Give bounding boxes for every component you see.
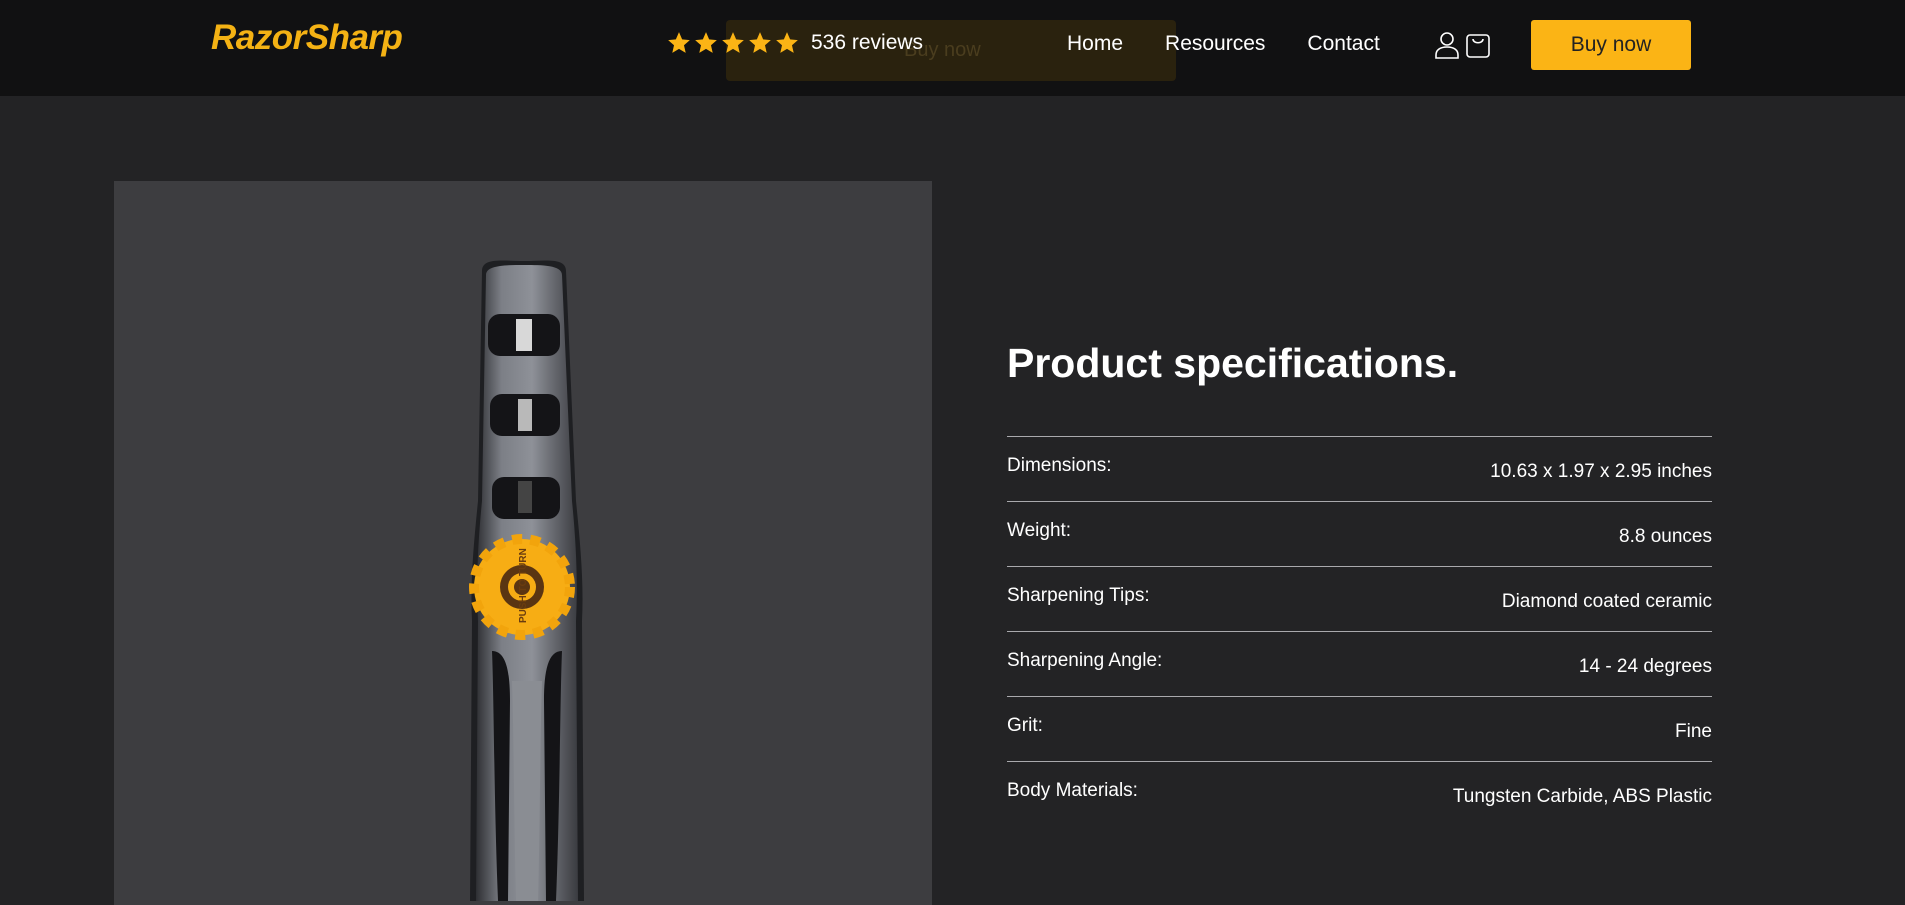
site-header: RazorSharp Buy now 536 reviews Home Reso… <box>0 0 1905 96</box>
brand-logo[interactable]: RazorSharp <box>211 18 403 58</box>
spec-label: Body Materials: <box>1007 780 1138 801</box>
nav-home[interactable]: Home <box>1067 32 1123 56</box>
spec-row-grit: Grit: Fine <box>1007 696 1712 761</box>
spec-value: 10.63 x 1.97 x 2.95 inches <box>1490 461 1712 482</box>
spec-row-dimensions: Dimensions: 10.63 x 1.97 x 2.95 inches <box>1007 436 1712 501</box>
star-icon <box>749 32 771 53</box>
product-image: PUSH TO TURN <box>469 260 584 901</box>
buy-now-button[interactable]: Buy now <box>1531 20 1691 70</box>
main-nav: Home Resources Contact <box>1067 32 1422 56</box>
star-rating <box>666 30 800 56</box>
product-image-panel: PUSH TO TURN <box>114 181 932 905</box>
star-icon <box>695 32 717 53</box>
spec-value: 8.8 ounces <box>1619 526 1712 547</box>
spec-label: Weight: <box>1007 520 1072 541</box>
star-icon <box>668 32 690 53</box>
spec-label: Dimensions: <box>1007 455 1112 476</box>
specs-title: Product specifications. <box>1007 340 1459 386</box>
spec-label: Sharpening Angle: <box>1007 650 1163 671</box>
rating-summary: 536 reviews <box>666 30 923 56</box>
spec-row-sharpening-tips: Sharpening Tips: Diamond coated ceramic <box>1007 566 1712 631</box>
reviews-count[interactable]: 536 reviews <box>811 31 923 55</box>
spec-row-weight: Weight: 8.8 ounces <box>1007 501 1712 566</box>
product-specifications: Product specifications. Dimensions: 10.6… <box>1007 340 1712 826</box>
user-icon[interactable] <box>1433 30 1461 60</box>
dial-text: PUSH TO TURN <box>518 548 529 623</box>
star-icon <box>776 32 798 53</box>
spec-label: Sharpening Tips: <box>1007 585 1150 606</box>
star-icon <box>722 32 744 53</box>
cart-icon[interactable] <box>1464 30 1492 60</box>
nav-resources[interactable]: Resources <box>1165 32 1265 56</box>
spec-value: Fine <box>1675 721 1712 742</box>
spec-row-body-materials: Body Materials: Tungsten Carbide, ABS Pl… <box>1007 761 1712 826</box>
spec-row-sharpening-angle: Sharpening Angle: 14 - 24 degrees <box>1007 631 1712 696</box>
spec-label: Grit: <box>1007 715 1043 736</box>
nav-contact[interactable]: Contact <box>1307 32 1379 56</box>
spec-value: 14 - 24 degrees <box>1578 656 1712 677</box>
spec-value: Diamond coated ceramic <box>1501 591 1712 612</box>
spec-value: Tungsten Carbide, ABS Plastic <box>1452 786 1712 807</box>
